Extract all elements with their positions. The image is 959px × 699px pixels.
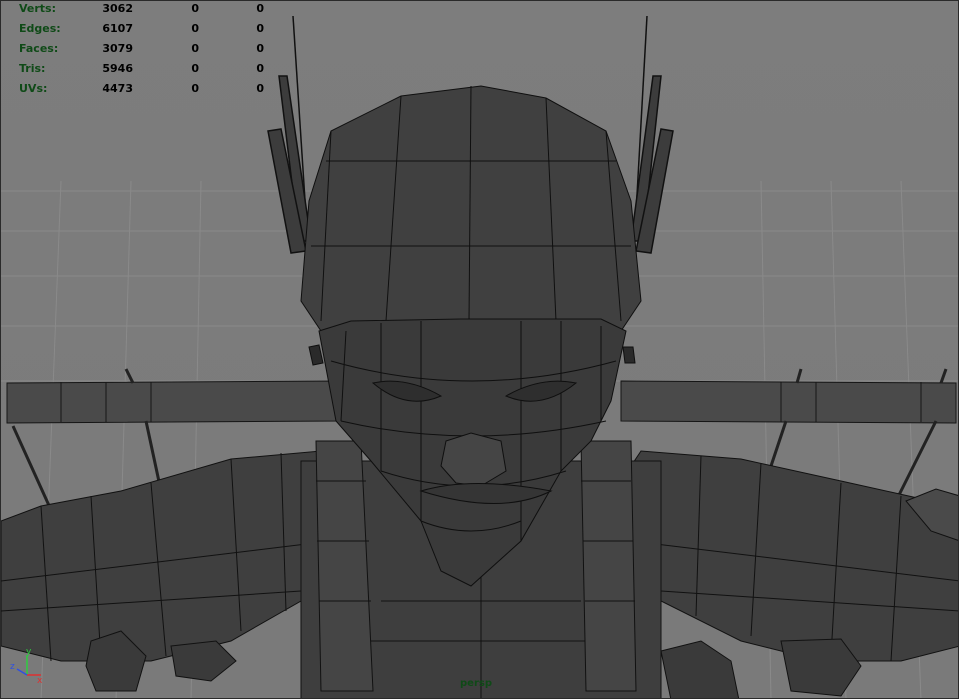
hud-label: Faces: (19, 42, 59, 55)
hud-value: 0 (256, 42, 264, 55)
left-arm (1, 450, 342, 662)
hud-value: 0 (191, 82, 199, 95)
hud-value: 0 (191, 62, 199, 75)
z-axis-line (16, 668, 28, 676)
hud-value: 4473 (102, 82, 133, 95)
hud-value: 0 (256, 22, 264, 35)
viewport-scene[interactable] (1, 1, 959, 699)
hud-value: 0 (191, 42, 199, 55)
hud-value: 0 (191, 2, 199, 15)
x-axis-label: x (37, 676, 43, 685)
hud-row-edges: Edges: 6107 0 0 (1, 21, 281, 41)
hud-value: 0 (191, 22, 199, 35)
camera-name-label: persp (460, 678, 492, 689)
hud-value: 3079 (102, 42, 133, 55)
z-axis-label: z (10, 662, 15, 672)
hud-label: Tris: (19, 62, 46, 75)
right-arm (620, 450, 958, 662)
y-axis-label: y (26, 647, 32, 657)
hud-row-faces: Faces: 3079 0 0 (1, 41, 281, 61)
hud-value: 0 (256, 2, 264, 15)
hud-label: Verts: (19, 2, 57, 15)
hud-value: 0 (256, 82, 264, 95)
hud-row-tris: Tris: 5946 0 0 (1, 61, 281, 81)
hud-value: 6107 (102, 22, 133, 35)
hud-row-uvs: UVs: 4473 0 0 (1, 81, 281, 101)
hud-label: Edges: (19, 22, 61, 35)
hud-value: 0 (256, 62, 264, 75)
hud-label: UVs: (19, 82, 48, 95)
axis-gizmo-icon: y x z (10, 647, 43, 685)
hud-value: 3062 (102, 2, 133, 15)
perspective-viewport[interactable]: Verts: 3062 0 0 Edges: 6107 0 0 Faces: 3… (0, 0, 959, 699)
poly-count-hud: Verts: 3062 0 0 Edges: 6107 0 0 Faces: 3… (1, 1, 281, 101)
hud-row-verts: Verts: 3062 0 0 (1, 1, 281, 21)
hud-value: 5946 (102, 62, 133, 75)
